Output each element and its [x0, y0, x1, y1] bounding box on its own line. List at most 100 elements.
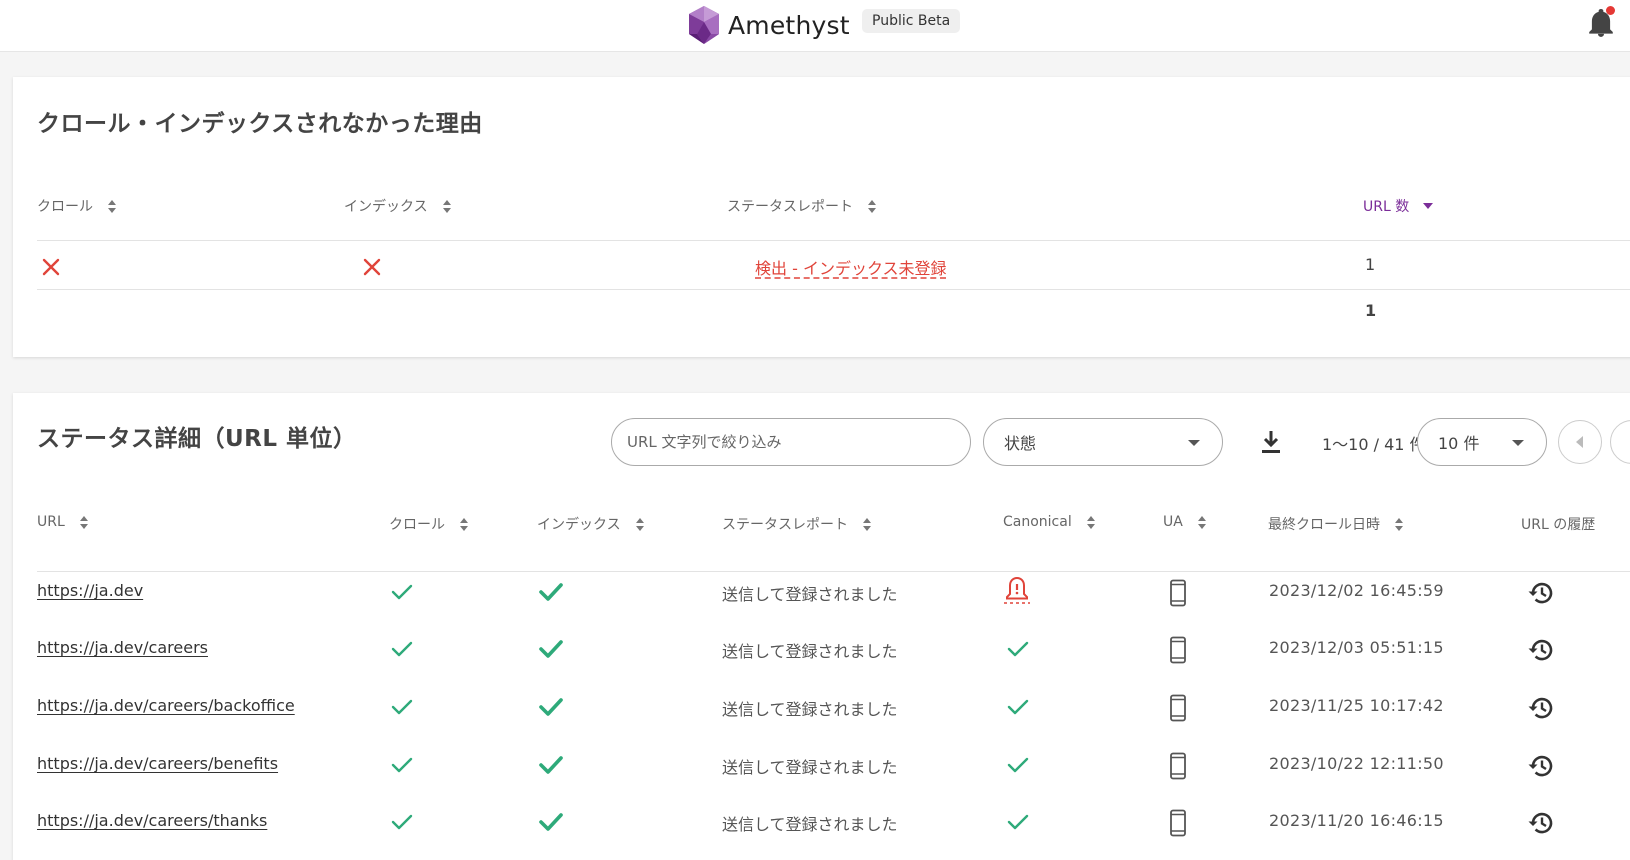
history-icon[interactable] [1527, 694, 1555, 726]
amethyst-gem-logo [689, 6, 719, 44]
col-status-header[interactable]: ステータスレポート [722, 514, 871, 534]
status-report-text: 送信して登録されました [722, 585, 898, 604]
canonical-check-icon [1007, 756, 1029, 778]
canonical-warning-bell-icon[interactable] [1003, 575, 1031, 609]
col-crawl-header[interactable]: クロール [389, 514, 468, 534]
status-report-text: 送信して登録されました [722, 815, 898, 834]
col-history-label: URL の履歴 [1521, 517, 1596, 533]
index-check-icon [539, 697, 563, 721]
status-report-link[interactable]: 検出 - インデックス未登録 [755, 255, 946, 279]
state-select-label: 状態 [1004, 434, 1037, 453]
col-index-header[interactable]: インデックス [344, 196, 451, 216]
brand[interactable]: Amethyst [683, 4, 850, 46]
url-link[interactable]: https://ja.dev [37, 581, 143, 600]
canonical-check-icon [1007, 698, 1029, 720]
crawl-check-icon [391, 583, 413, 605]
history-icon[interactable] [1527, 579, 1555, 611]
index-check-icon [539, 812, 563, 836]
smartphone-icon [1169, 579, 1187, 611]
canonical-check-icon [1007, 640, 1029, 662]
last-crawl-date: 2023/11/20 16:46:15 [1269, 811, 1444, 830]
last-crawl-date: 2023/12/02 16:45:59 [1269, 581, 1444, 600]
smartphone-icon [1169, 694, 1187, 726]
col-canonical-header[interactable]: Canonical [1003, 514, 1095, 530]
col-last-crawl-label: 最終クロール日時 [1268, 517, 1380, 533]
smartphone-icon [1169, 809, 1187, 841]
last-crawl-date: 2023/10/22 12:11:50 [1269, 754, 1444, 773]
col-history-header: URL の履歴 [1521, 514, 1595, 534]
url-count-total: 1 [1365, 301, 1377, 320]
col-url-label: URL [37, 514, 65, 530]
index-check-icon [539, 755, 563, 779]
sort-icon [867, 199, 876, 213]
col-crawl-label: クロール [389, 517, 445, 533]
smartphone-icon [1169, 636, 1187, 668]
sort-icon [862, 517, 871, 531]
sort-icon [79, 515, 88, 529]
history-icon[interactable] [1527, 809, 1555, 841]
status-details-card: ステータス詳細（URL 単位） 状態 1〜10 / 41 件 10 件 URL … [13, 393, 1630, 860]
col-canonical-label: Canonical [1003, 514, 1072, 530]
notification-dot [1606, 6, 1615, 15]
divider [37, 289, 1630, 290]
sort-icon [459, 517, 468, 531]
url-link[interactable]: https://ja.dev/careers/benefits [37, 754, 278, 773]
col-crawl-label: クロール [37, 199, 93, 215]
chevron-left-icon [1576, 436, 1583, 448]
sort-icon [107, 199, 116, 213]
pagination-range: 1〜10 / 41 件 [1322, 435, 1426, 454]
sort-icon [1394, 517, 1403, 531]
col-url-count-label: URL 数 [1363, 199, 1410, 215]
top-bar: Amethyst Public Beta [0, 0, 1630, 52]
sort-icon [635, 517, 644, 531]
reasons-title: クロール・インデックスされなかった理由 [37, 111, 483, 137]
col-index-header[interactable]: インデックス [537, 514, 644, 534]
col-last-crawl-header[interactable]: 最終クロール日時 [1268, 514, 1403, 534]
crawl-check-icon [391, 813, 413, 835]
col-ua-label: UA [1163, 514, 1183, 530]
url-link[interactable]: https://ja.dev/careers/thanks [37, 811, 267, 830]
last-crawl-date: 2023/12/03 05:51:15 [1269, 638, 1444, 657]
chevron-down-icon [1512, 440, 1524, 446]
col-status-label: ステータスレポート [722, 517, 848, 533]
prev-page-button[interactable] [1558, 420, 1602, 464]
sort-icon [1086, 515, 1095, 529]
brand-name: Amethyst [728, 10, 850, 40]
sort-icon [1197, 515, 1206, 529]
public-beta-badge: Public Beta [862, 9, 961, 33]
state-select[interactable]: 状態 [983, 418, 1223, 466]
smartphone-icon [1169, 752, 1187, 784]
url-count-value: 1 [1365, 255, 1376, 274]
x-icon [363, 258, 381, 276]
col-status-label: ステータスレポート [727, 199, 853, 215]
page-size-label: 10 件 [1438, 434, 1480, 453]
history-icon[interactable] [1527, 752, 1555, 784]
crawl-check-icon [391, 756, 413, 778]
status-report-text: 送信して登録されました [722, 700, 898, 719]
sort-icon [442, 199, 451, 213]
url-link[interactable]: https://ja.dev/careers/backoffice [37, 696, 295, 715]
url-link[interactable]: https://ja.dev/careers [37, 638, 208, 657]
col-url-header[interactable]: URL [37, 514, 88, 530]
download-icon[interactable] [1260, 429, 1282, 455]
url-filter-input[interactable] [611, 418, 971, 466]
canonical-check-icon [1007, 813, 1029, 835]
status-report-text: 送信して登録されました [722, 758, 898, 777]
col-status-header[interactable]: ステータスレポート [727, 196, 876, 216]
col-url-count-header[interactable]: URL 数 [1363, 196, 1434, 216]
details-title: ステータス詳細（URL 単位） [37, 426, 357, 452]
col-index-label: インデックス [537, 517, 621, 533]
col-ua-header[interactable]: UA [1163, 514, 1206, 530]
page-size-select[interactable]: 10 件 [1417, 418, 1547, 466]
not-indexed-reasons-card: クロール・インデックスされなかった理由 クロール インデックス ステータスレポー… [13, 77, 1630, 357]
crawl-check-icon [391, 698, 413, 720]
next-page-button[interactable] [1610, 420, 1630, 464]
index-check-icon [539, 639, 563, 663]
sort-desc-icon [1423, 203, 1434, 209]
history-icon[interactable] [1527, 636, 1555, 668]
status-report-text: 送信して登録されました [722, 642, 898, 661]
crawl-check-icon [391, 640, 413, 662]
last-crawl-date: 2023/11/25 10:17:42 [1269, 696, 1444, 715]
divider [37, 240, 1630, 241]
col-crawl-header[interactable]: クロール [37, 196, 116, 216]
